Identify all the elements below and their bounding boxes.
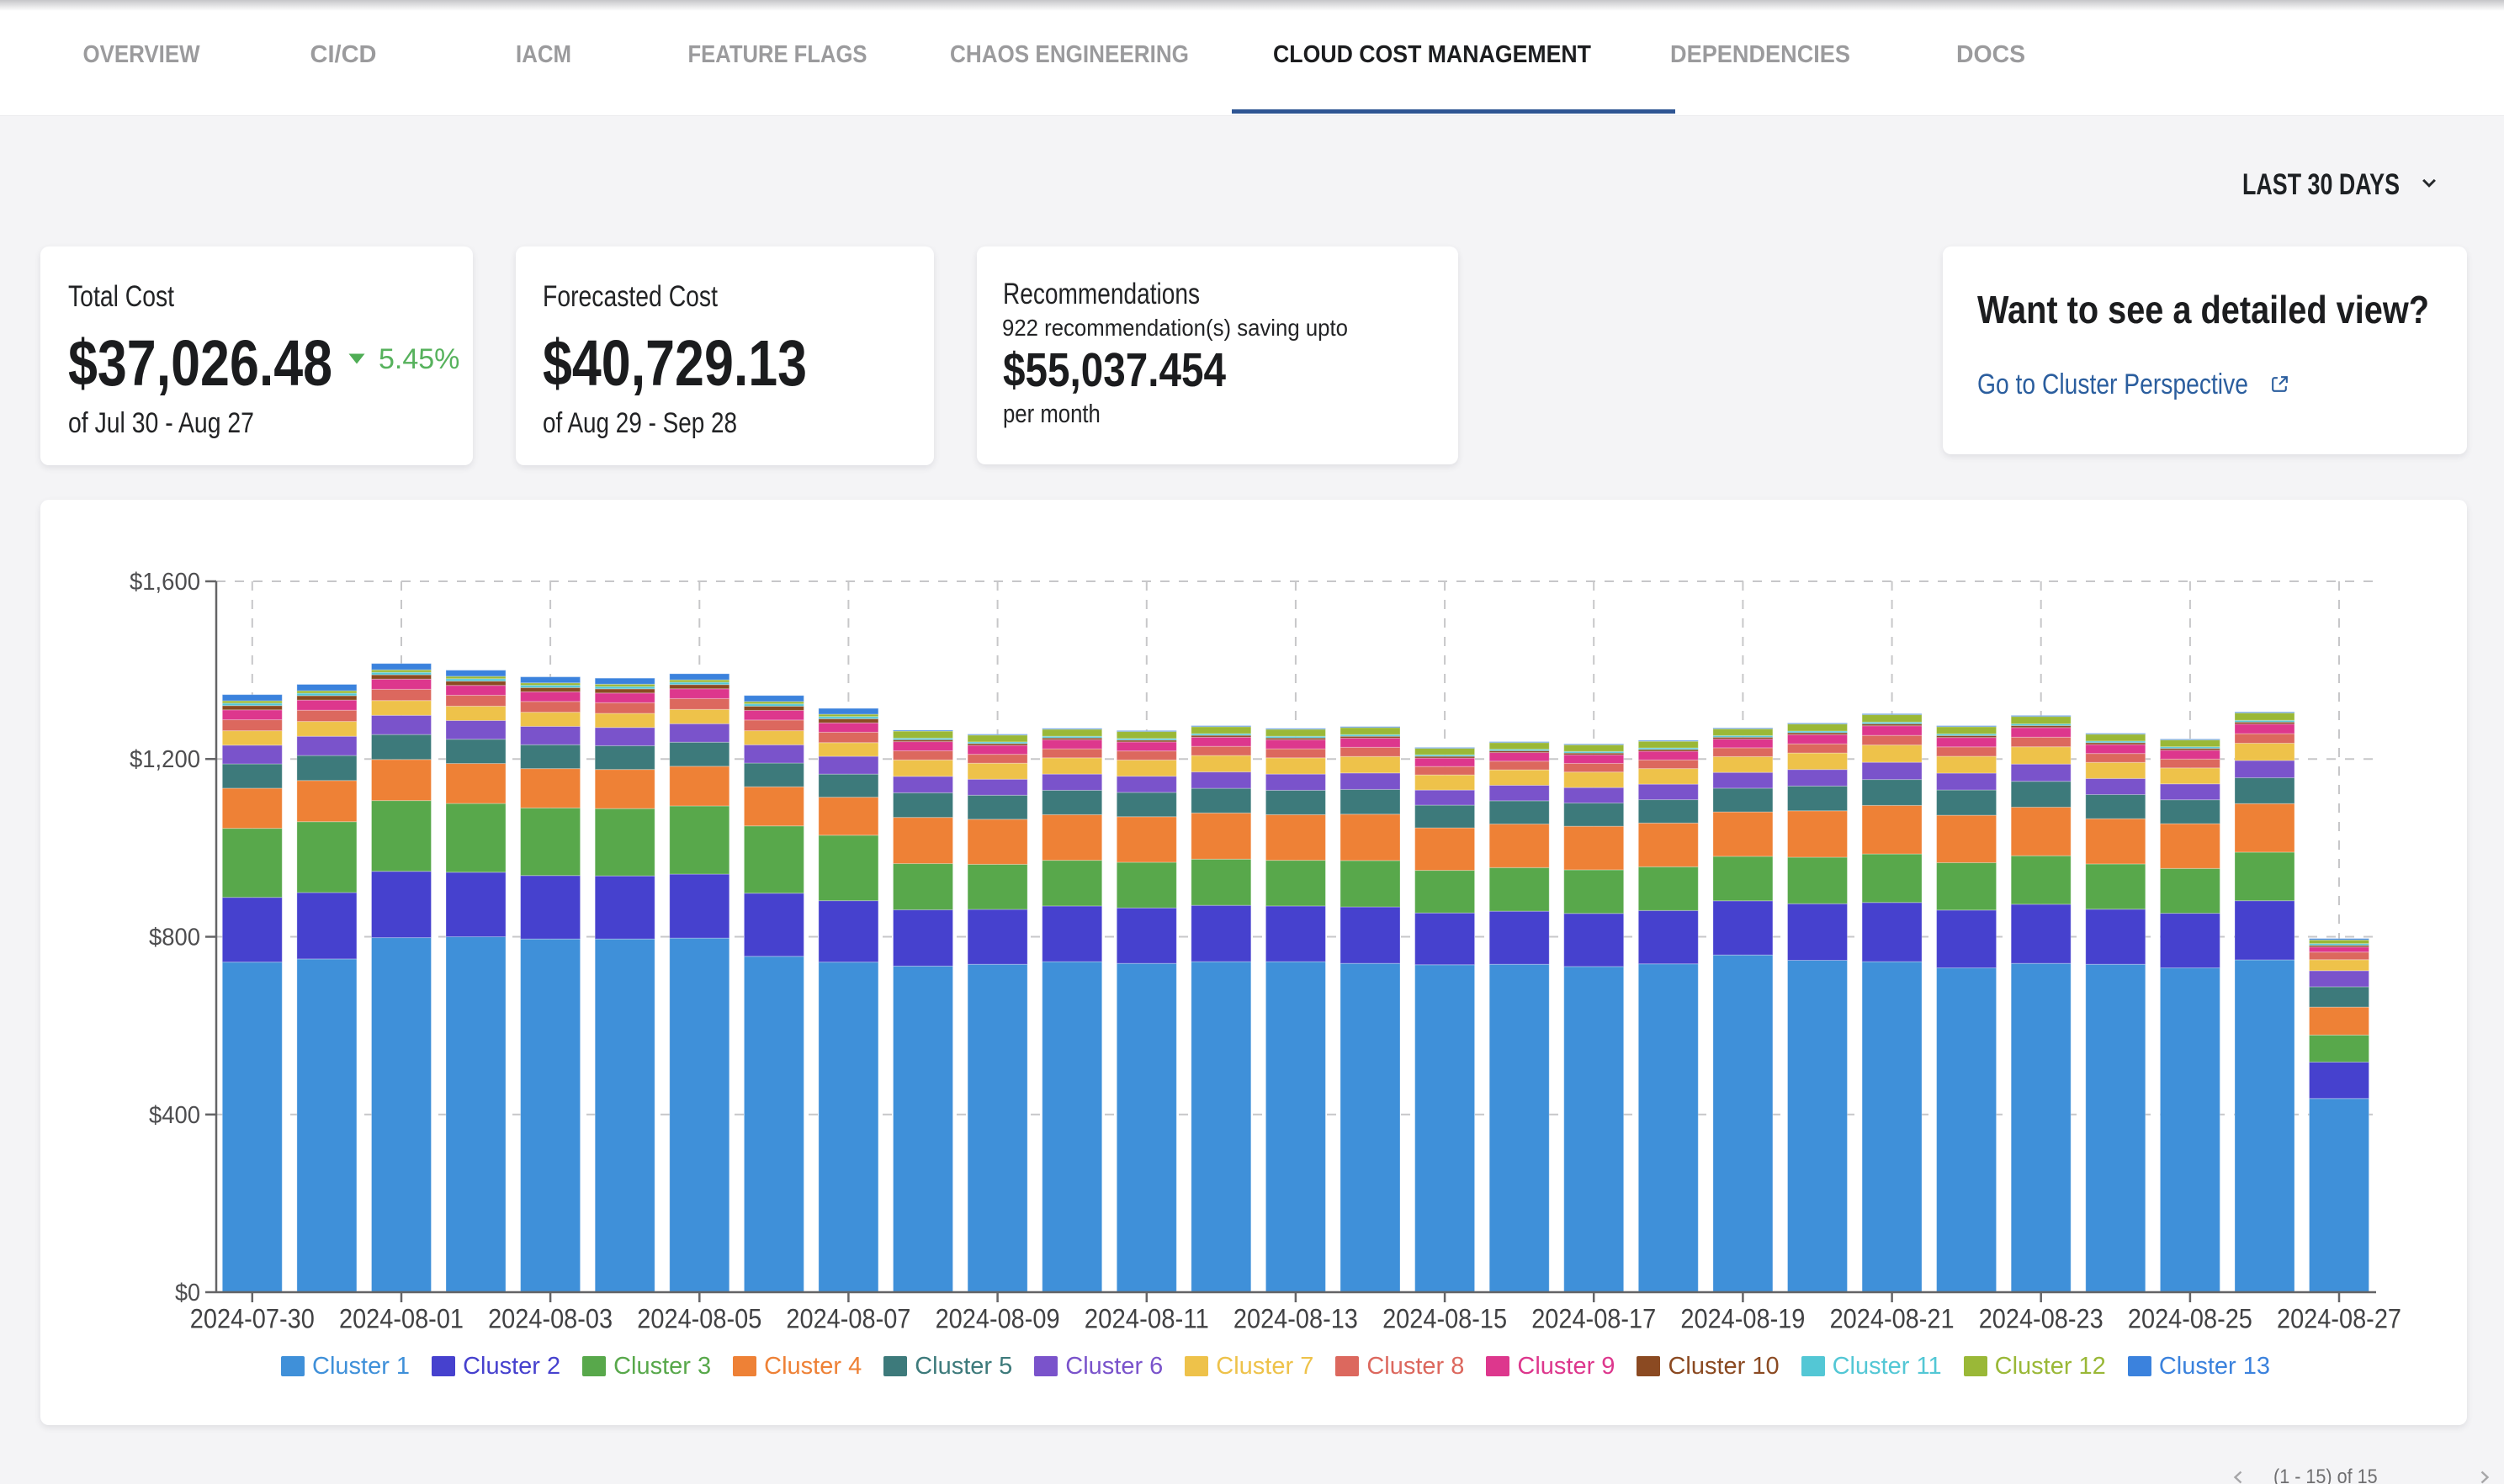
svg-text:2024-08-05: 2024-08-05 [637,1304,761,1334]
svg-text:$1,200: $1,200 [130,746,200,773]
svg-text:2024-07-30: 2024-07-30 [190,1304,315,1334]
svg-text:2024-08-21: 2024-08-21 [1830,1304,1955,1334]
svg-text:2024-08-17: 2024-08-17 [1531,1304,1656,1334]
svg-text:2024-08-09: 2024-08-09 [936,1304,1060,1334]
svg-text:2024-08-03: 2024-08-03 [488,1304,613,1334]
svg-text:2024-08-19: 2024-08-19 [1680,1304,1805,1334]
svg-text:2024-08-27: 2024-08-27 [2277,1304,2401,1334]
svg-text:$800: $800 [149,925,200,951]
svg-text:2024-08-25: 2024-08-25 [2128,1304,2252,1334]
svg-text:$0: $0 [175,1280,200,1306]
svg-text:2024-08-07: 2024-08-07 [786,1304,910,1334]
svg-text:2024-08-01: 2024-08-01 [339,1304,464,1334]
svg-text:$400: $400 [149,1102,200,1129]
svg-text:2024-08-11: 2024-08-11 [1085,1304,1209,1334]
svg-text:$1,600: $1,600 [130,569,200,596]
svg-text:2024-08-13: 2024-08-13 [1233,1304,1358,1334]
svg-text:2024-08-15: 2024-08-15 [1382,1304,1507,1334]
svg-text:2024-08-23: 2024-08-23 [1979,1304,2103,1334]
